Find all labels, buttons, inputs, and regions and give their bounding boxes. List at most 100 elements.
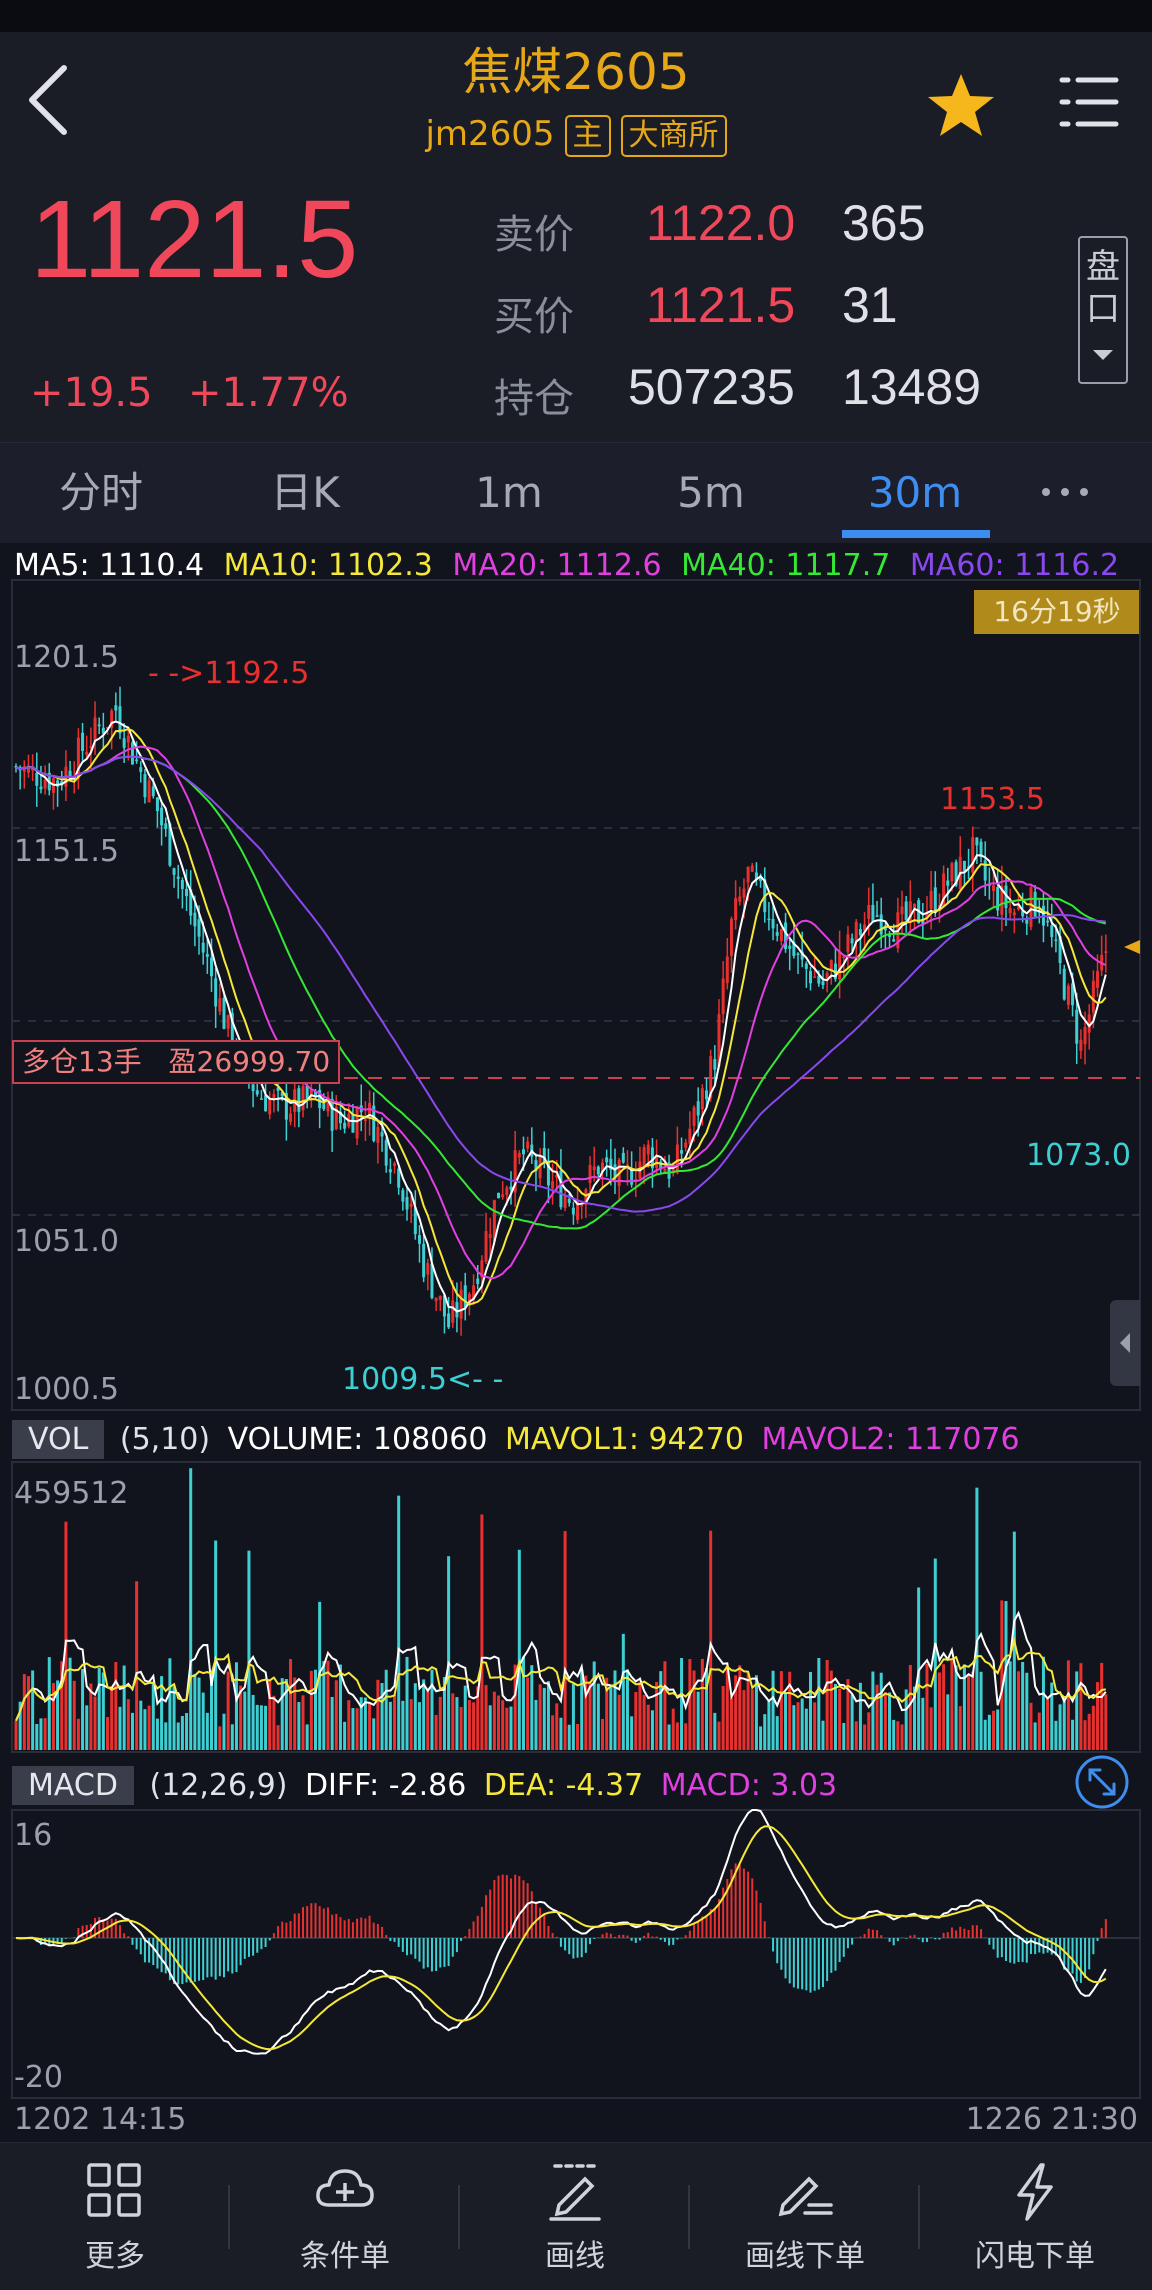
candle-body bbox=[130, 742, 134, 765]
tab-5m[interactable]: 5m bbox=[636, 443, 786, 543]
candle-body bbox=[630, 1168, 634, 1185]
candle-body bbox=[867, 905, 871, 919]
candle-body bbox=[264, 1095, 268, 1112]
candle-body bbox=[193, 912, 197, 927]
candle-body bbox=[422, 1243, 426, 1278]
tab-daily-k[interactable]: 日K bbox=[230, 443, 380, 543]
volume-bar bbox=[992, 1710, 996, 1750]
volume-bar bbox=[368, 1703, 372, 1750]
status-bar bbox=[0, 0, 1152, 32]
volume-bar bbox=[526, 1677, 530, 1750]
position-marker[interactable]: 多仓13手 盈26999.70 bbox=[12, 1040, 341, 1084]
volume-bar bbox=[1033, 1722, 1037, 1750]
order-book-button[interactable]: 盘口 bbox=[1078, 236, 1128, 384]
ask-volume: 365 bbox=[842, 195, 926, 251]
volume-bar bbox=[130, 1712, 134, 1750]
candle-body bbox=[700, 1088, 704, 1110]
tab-30m[interactable]: 30m bbox=[840, 443, 990, 543]
volume-bar bbox=[883, 1692, 887, 1750]
caret-down-icon bbox=[1093, 350, 1113, 360]
candle-body bbox=[384, 1140, 388, 1166]
candle-body bbox=[946, 880, 950, 886]
volume-bar bbox=[347, 1700, 351, 1750]
macd-indicator-badge[interactable]: MACD bbox=[12, 1766, 134, 1805]
candle-body bbox=[114, 705, 118, 711]
volume-bar bbox=[571, 1683, 575, 1750]
price-change: +19.5 bbox=[30, 370, 153, 416]
volume-bar bbox=[463, 1685, 467, 1750]
volume-bar bbox=[438, 1696, 442, 1750]
candle-body bbox=[322, 1102, 326, 1110]
candle-body bbox=[796, 953, 800, 955]
volume-bar bbox=[430, 1669, 434, 1750]
volume-bar bbox=[983, 1719, 987, 1750]
volume-bar bbox=[189, 1468, 193, 1750]
volume-bar bbox=[929, 1707, 933, 1750]
favorite-star-icon[interactable] bbox=[926, 72, 996, 138]
volume-bar bbox=[47, 1657, 51, 1750]
expand-arrows-icon[interactable] bbox=[1074, 1754, 1130, 1810]
volume-bar bbox=[559, 1717, 563, 1750]
macd-top-label: 16 bbox=[14, 1818, 53, 1853]
candle-body bbox=[476, 1278, 480, 1285]
volume-bar bbox=[671, 1708, 675, 1750]
position-label: 多仓13手 bbox=[22, 1045, 142, 1078]
candle-body bbox=[804, 963, 808, 969]
candle-body bbox=[155, 797, 159, 812]
volume-bar bbox=[343, 1721, 347, 1750]
tab-timeshare[interactable]: 分时 bbox=[26, 443, 176, 543]
lightning-order-button[interactable]: 闪电下单 bbox=[920, 2143, 1150, 2290]
volume-bar bbox=[759, 1726, 763, 1750]
candle-body bbox=[692, 1107, 696, 1126]
macd-params: (12,26,9) bbox=[149, 1768, 288, 1803]
more-button[interactable]: 更多 bbox=[0, 2143, 230, 2290]
candle-body bbox=[438, 1295, 442, 1301]
candle-body bbox=[721, 978, 725, 1015]
candle-body bbox=[713, 1059, 717, 1070]
volume-bar bbox=[1062, 1700, 1066, 1750]
candle-body bbox=[1029, 887, 1033, 927]
volume-params: (5,10) bbox=[119, 1422, 211, 1457]
candle-body bbox=[39, 786, 43, 790]
volume-bar bbox=[530, 1665, 534, 1750]
volume-bar bbox=[230, 1724, 234, 1750]
volume-bar bbox=[388, 1701, 392, 1750]
volume-bar bbox=[779, 1671, 783, 1750]
draw-line-order-button[interactable]: 画线下单 bbox=[690, 2143, 920, 2290]
volume-bar bbox=[1046, 1697, 1050, 1750]
menu-list-icon[interactable] bbox=[1058, 74, 1120, 130]
candle-body bbox=[551, 1181, 555, 1189]
volume-bar bbox=[763, 1714, 767, 1750]
tab-1m[interactable]: 1m bbox=[434, 443, 584, 543]
volume-bar bbox=[164, 1722, 168, 1750]
volume-bar bbox=[680, 1658, 684, 1750]
toolbar-divider bbox=[458, 2185, 460, 2249]
volume-bar bbox=[380, 1683, 384, 1750]
candle-body bbox=[35, 772, 39, 786]
volume-indicator-badge[interactable]: VOL bbox=[12, 1420, 105, 1459]
more-dots-icon[interactable] bbox=[1040, 480, 1090, 504]
draw-line-button[interactable]: 画线 bbox=[460, 2143, 690, 2290]
candle-body bbox=[210, 957, 214, 977]
volume-bar bbox=[39, 1718, 43, 1750]
volume-bar bbox=[667, 1724, 671, 1750]
volume-bar bbox=[480, 1514, 484, 1750]
candle-body bbox=[767, 918, 771, 921]
candle-body bbox=[892, 939, 896, 942]
volume-bar bbox=[717, 1721, 721, 1750]
candle-body bbox=[567, 1198, 571, 1203]
candle-body bbox=[571, 1207, 575, 1215]
conditional-order-button[interactable]: 条件单 bbox=[230, 2143, 460, 2290]
candle-body bbox=[85, 751, 89, 755]
candle-body bbox=[1033, 891, 1037, 917]
volume-bar bbox=[713, 1712, 717, 1750]
volume-bar bbox=[542, 1687, 546, 1750]
side-panel-handle[interactable] bbox=[1110, 1300, 1140, 1386]
candle-body bbox=[160, 807, 164, 826]
candle-body bbox=[201, 942, 205, 953]
volume-bar bbox=[567, 1724, 571, 1750]
candle-body bbox=[505, 1187, 509, 1195]
volume-bar bbox=[355, 1708, 359, 1750]
high-annotation: - ->1192.5 bbox=[148, 656, 310, 691]
candle-body bbox=[1012, 912, 1016, 916]
